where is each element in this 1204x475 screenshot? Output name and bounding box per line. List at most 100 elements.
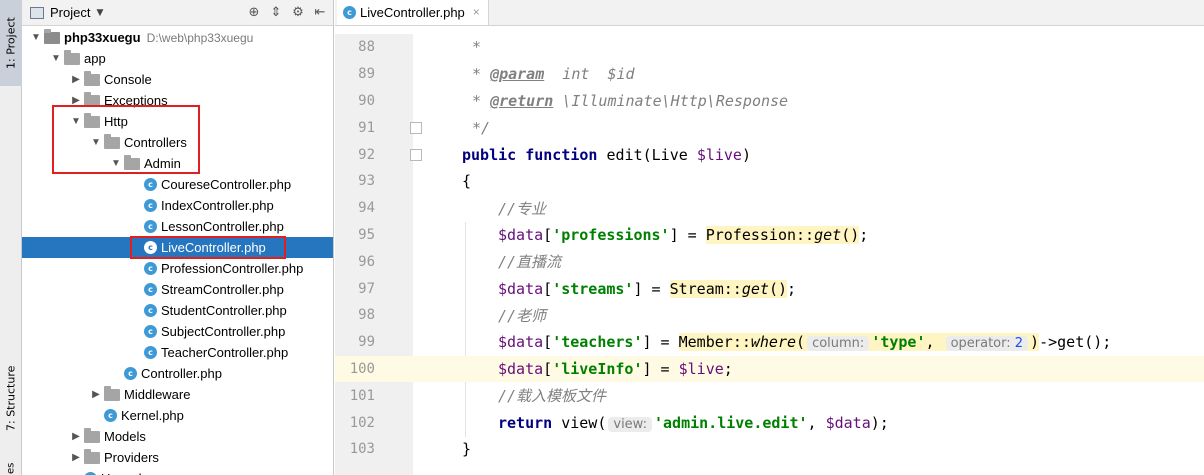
fold-icon[interactable] — [410, 148, 422, 161]
tree-file[interactable]: ▶cLiveController.php — [22, 237, 333, 258]
php-file-icon: c — [144, 262, 157, 275]
project-panel-header: Project ▼ ⊕ ⇕ ⚙ ⇤ — [22, 0, 333, 26]
tree-folder[interactable]: ▼ php33xuegu D:\web\php33xuegu — [22, 27, 333, 48]
code-text: public function edit(Live $live) — [462, 146, 751, 164]
project-tool-tab[interactable]: 1: Project — [0, 0, 22, 86]
code-token: \Illuminate\Http\Response — [553, 91, 789, 110]
tree-file[interactable]: ▶cUser.php — [22, 468, 333, 475]
code-line-100: 100 $data['liveInfo'] = $live; — [335, 355, 1204, 383]
fold-icon[interactable] — [410, 121, 422, 134]
gear-icon[interactable]: ⚙ — [291, 5, 305, 20]
line-number: 100 — [349, 360, 375, 377]
tree-file[interactable]: ▶cSubjectController.php — [22, 321, 333, 342]
code-line-95: 95 $data['professions'] = Profession::ge… — [335, 222, 1204, 249]
tree-folder[interactable]: ▼ app — [22, 48, 333, 69]
code-token: $live — [678, 359, 724, 378]
tree-folder[interactable]: ▼ Http — [22, 111, 333, 132]
close-icon[interactable]: × — [473, 5, 480, 19]
code-token: Stream — [669, 279, 724, 298]
chevron-down-icon[interactable]: ▼ — [88, 137, 104, 148]
line-number: 101 — [349, 387, 375, 404]
tree-folder[interactable]: ▶ Models — [22, 426, 333, 447]
chevron-down-icon[interactable]: ▼ — [48, 53, 64, 64]
tree-file[interactable]: ▶cController.php — [22, 363, 333, 384]
chevron-right-icon[interactable]: ▶ — [68, 74, 84, 85]
chevron-right-icon[interactable]: ▶ — [88, 389, 104, 400]
tree-folder[interactable]: ▶ Exceptions — [22, 90, 333, 111]
code-text: { — [462, 172, 472, 191]
php-file-icon: c — [144, 346, 157, 359]
tree-folder[interactable]: ▶ Middleware — [22, 384, 333, 405]
collapse-all-icon[interactable]: ⇕ — [269, 5, 283, 20]
code-line-93: 93 { — [335, 168, 1204, 195]
chevron-down-icon[interactable]: ▼ — [96, 8, 103, 18]
chevron-right-icon[interactable]: ▶ — [68, 431, 84, 442]
editor-tab-label: LiveController.php — [360, 4, 465, 20]
tree-file[interactable]: ▶cCoureseController.php — [22, 174, 333, 195]
chevron-right-icon[interactable]: ▶ — [68, 452, 84, 463]
tree-item-label: LiveController.php — [161, 240, 266, 255]
parameter-hint-value: 2 — [1014, 336, 1024, 352]
parameter-hint: column: — [807, 336, 870, 352]
code-text: //载入模板文件 — [498, 387, 607, 406]
chevron-down-icon[interactable]: ▼ — [68, 116, 84, 127]
code-text: * — [472, 38, 482, 57]
code-token: int $id — [544, 65, 635, 84]
line-number: 99 — [358, 334, 375, 351]
code-token: edit(Live — [597, 145, 697, 164]
tree-folder[interactable]: ▼ Admin — [22, 153, 333, 174]
folder-icon — [84, 70, 100, 86]
folder-icon — [84, 427, 100, 443]
tree-file[interactable]: ▶cTeacherController.php — [22, 342, 333, 363]
code-token: Profession — [705, 225, 797, 244]
tree-item-label: Providers — [104, 450, 159, 465]
project-panel-tools: ⊕ ⇕ ⚙ ⇤ — [247, 5, 327, 20]
php-file-icon: c — [144, 304, 157, 317]
code-text: $data['professions'] = Profession::get()… — [498, 225, 868, 244]
tree-file[interactable]: ▶cProfessionController.php — [22, 258, 333, 279]
tree-item-label: TeacherController.php — [161, 345, 289, 360]
structure-tool-tab[interactable]: 7: Structure — [0, 350, 22, 446]
tree-item-label: StudentController.php — [161, 303, 287, 318]
chevron-down-icon[interactable]: ▼ — [108, 158, 124, 169]
tree-file[interactable]: ▶cStreamController.php — [22, 279, 333, 300]
tree-file[interactable]: ▶cLessonController.php — [22, 216, 333, 237]
hide-panel-icon[interactable]: ⇤ — [313, 5, 327, 20]
locate-icon[interactable]: ⊕ — [247, 5, 261, 20]
chevron-right-icon[interactable]: ▶ — [68, 95, 84, 106]
code-line-88: 88 * — [335, 34, 1204, 61]
code-line-89: 89 * @param int $id — [335, 61, 1204, 88]
favorites-tool-tab[interactable]: es — [0, 458, 22, 475]
tree-folder[interactable]: ▶ Console — [22, 69, 333, 90]
tree-file[interactable]: ▶cKernel.php — [22, 405, 333, 426]
code-token: , — [807, 413, 826, 432]
code-line-91: 91 */ — [335, 114, 1204, 141]
tree-folder[interactable]: ▶ Providers — [22, 447, 333, 468]
tree-item-label: User.php — [101, 471, 153, 475]
parameter-hint: operator: 2 — [945, 336, 1029, 352]
code-line-97: 97 $data['streams'] = Stream::get(); — [335, 275, 1204, 302]
code-token: @return — [490, 91, 554, 110]
code-area[interactable]: 88 * 89 * @param int $id 90 * @return \I… — [335, 34, 1204, 475]
tree-item-label: Models — [104, 429, 146, 444]
project-panel-title[interactable]: Project — [50, 5, 90, 20]
tree-folder[interactable]: ▼ Controllers — [22, 132, 333, 153]
structure-tool-tab-label: 7: Structure — [4, 365, 18, 431]
project-icon — [30, 6, 44, 19]
tree-item-label: Admin — [144, 156, 181, 171]
code-text: return view(view:'admin.live.edit', $dat… — [498, 414, 889, 432]
folder-icon — [64, 49, 80, 65]
editor-tab-livecontroller[interactable]: c LiveController.php × — [337, 0, 489, 25]
php-file-icon: c — [343, 5, 356, 19]
tree-item-label: Controllers — [124, 135, 187, 150]
code-token: ; — [787, 279, 797, 298]
code-line-96: 96 //直播流 — [335, 248, 1204, 275]
tree-file[interactable]: ▶cIndexController.php — [22, 195, 333, 216]
folder-icon — [84, 448, 100, 464]
code-token: ) — [741, 145, 751, 164]
code-token: ) — [1030, 333, 1040, 352]
code-token: 'type' — [871, 333, 926, 352]
chevron-down-icon[interactable]: ▼ — [28, 32, 44, 43]
tree-file[interactable]: ▶cStudentController.php — [22, 300, 333, 321]
code-token: get — [814, 225, 842, 244]
